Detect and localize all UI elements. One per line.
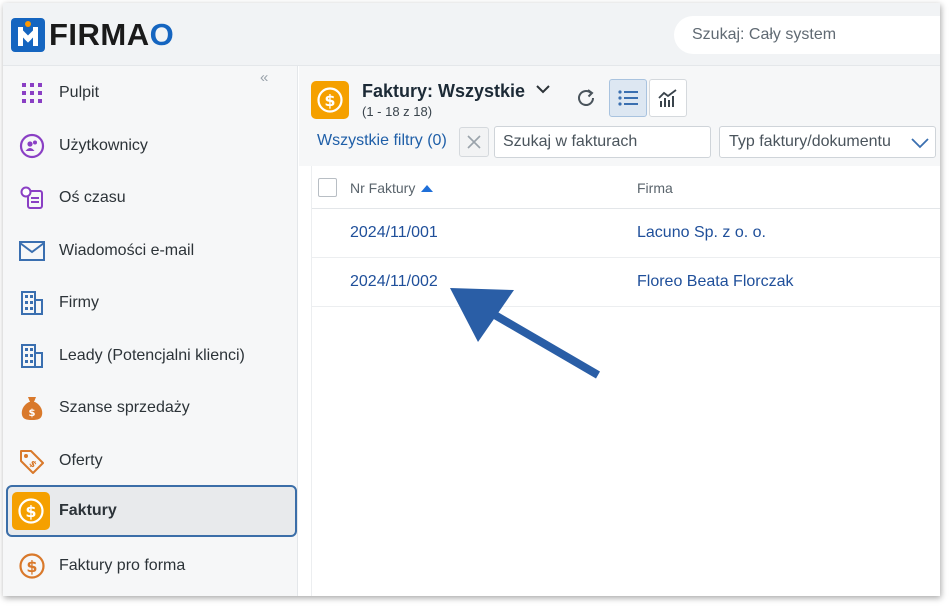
- sidebar-item-label: Firmy: [59, 294, 99, 311]
- invoice-type-select-value: Typ faktury/dokumentu: [729, 133, 891, 150]
- building-icon: [18, 289, 46, 317]
- tag-icon: $: [18, 447, 46, 475]
- chevron-down-icon: [911, 136, 929, 154]
- list-view-button[interactable]: [609, 79, 647, 117]
- dollar-coin-icon: $: [311, 81, 349, 119]
- sidebar-item-szanse[interactable]: $ Szanse sprzedaży: [6, 382, 297, 434]
- sidebar-item-faktury-pro-forma[interactable]: $ Faktury pro forma: [6, 540, 297, 592]
- global-search-input[interactable]: Szukaj: Cały system: [674, 16, 940, 54]
- timeline-icon: [18, 184, 46, 212]
- sidebar-item-faktury[interactable]: $ Faktury: [6, 485, 297, 537]
- all-filters-link[interactable]: Wszystkie filtry (0): [317, 132, 447, 150]
- invoice-search-placeholder: Szukaj w fakturach: [503, 133, 638, 150]
- clear-filters-button[interactable]: [459, 127, 489, 157]
- annotation-arrow-icon: [450, 288, 601, 379]
- sidebar: « Pulpit Użytkownicy Oś czasu Wiadomości…: [3, 66, 298, 596]
- sidebar-item-wiadomosci[interactable]: Wiadomości e-mail: [6, 225, 297, 277]
- sidebar-item-os-czasu[interactable]: Oś czasu: [6, 172, 297, 224]
- sidebar-item-label: Szanse sprzedaży: [59, 399, 190, 416]
- grid-icon: [18, 79, 46, 107]
- list-icon: [618, 90, 638, 106]
- select-all-checkbox[interactable]: [318, 178, 337, 197]
- chart-view-button[interactable]: [649, 79, 687, 117]
- global-search-placeholder: Szukaj: Cały system: [692, 26, 837, 43]
- column-header-label: Nr Faktury: [350, 180, 416, 196]
- refresh-button[interactable]: [567, 79, 605, 117]
- sidebar-item-label: Wiadomości e-mail: [59, 242, 195, 259]
- invoice-search-input[interactable]: Szukaj w fakturach: [494, 126, 711, 158]
- sidebar-item-leady[interactable]: Leady (Potencjalni klienci): [6, 330, 297, 382]
- sidebar-item-label: Oferty: [59, 452, 103, 469]
- sidebar-item-oferty[interactable]: $ Oferty: [6, 435, 297, 487]
- table-row[interactable]: 2024/11/001 Lacuno Sp. z o. o.: [312, 209, 940, 258]
- svg-text:$: $: [324, 91, 335, 110]
- sidebar-item-label: Faktury: [59, 502, 117, 519]
- svg-text:$: $: [26, 557, 37, 576]
- chevron-down-icon[interactable]: [535, 81, 551, 102]
- dollar-coin-icon: $: [12, 492, 50, 530]
- invoice-number-link[interactable]: 2024/11/001: [350, 224, 438, 242]
- app-window: FIRMAO Szukaj: Cały system « Pulpit Użyt…: [3, 3, 940, 596]
- sidebar-item-label: Pulpit: [59, 84, 100, 101]
- view-title[interactable]: Faktury: Wszystkie: [362, 81, 525, 102]
- mail-icon: [18, 237, 46, 265]
- top-header: FIRMAO Szukaj: Cały system: [3, 3, 940, 66]
- chart-icon: [658, 89, 677, 107]
- sidebar-item-firmy[interactable]: Firmy: [6, 277, 297, 329]
- table-header: Nr Faktury Firma: [312, 166, 940, 209]
- sidebar-item-uzytkownicy[interactable]: Użytkownicy: [6, 120, 297, 172]
- dollar-coin-icon: $: [18, 552, 46, 580]
- refresh-icon: [578, 89, 594, 106]
- sidebar-item-label: Faktury pro forma: [59, 557, 186, 574]
- invoice-type-select[interactable]: Typ faktury/dokumentu: [719, 126, 936, 158]
- sidebar-item-label: Użytkownicy: [59, 137, 148, 154]
- sidebar-item-label: Oś czasu: [59, 189, 126, 206]
- sidebar-item-pulpit[interactable]: Pulpit: [6, 67, 297, 119]
- users-icon: [18, 132, 46, 160]
- logo-mark-icon: [11, 18, 45, 52]
- column-header-firma[interactable]: Firma: [637, 180, 673, 196]
- column-header-nr-faktury[interactable]: Nr Faktury: [350, 180, 434, 196]
- invoice-number-link[interactable]: 2024/11/002: [350, 273, 438, 291]
- company-link[interactable]: Floreo Beata Florczak: [637, 273, 794, 291]
- sort-ascending-icon: [421, 184, 434, 192]
- table-row[interactable]: 2024/11/002 Floreo Beata Florczak: [312, 258, 940, 307]
- svg-text:$: $: [29, 408, 36, 419]
- money-bag-icon: $: [18, 394, 46, 422]
- company-link[interactable]: Lacuno Sp. z o. o.: [637, 224, 766, 242]
- main-content: $ Faktury: Wszystkie (1 - 18 z 18) Wszys…: [299, 66, 940, 596]
- close-icon: [467, 135, 481, 149]
- svg-text:$: $: [25, 502, 36, 521]
- record-count: (1 - 18 z 18): [362, 104, 433, 119]
- view-toolbar: $ Faktury: Wszystkie (1 - 18 z 18) Wszys…: [299, 66, 940, 166]
- sidebar-item-label: Leady (Potencjalni klienci): [59, 347, 245, 364]
- firmao-logo[interactable]: FIRMAO: [11, 17, 174, 53]
- invoice-table: Nr Faktury Firma 2024/11/001 Lacuno Sp. …: [311, 166, 940, 596]
- building-icon: [18, 342, 46, 370]
- logo-text: FIRMAO: [49, 17, 175, 52]
